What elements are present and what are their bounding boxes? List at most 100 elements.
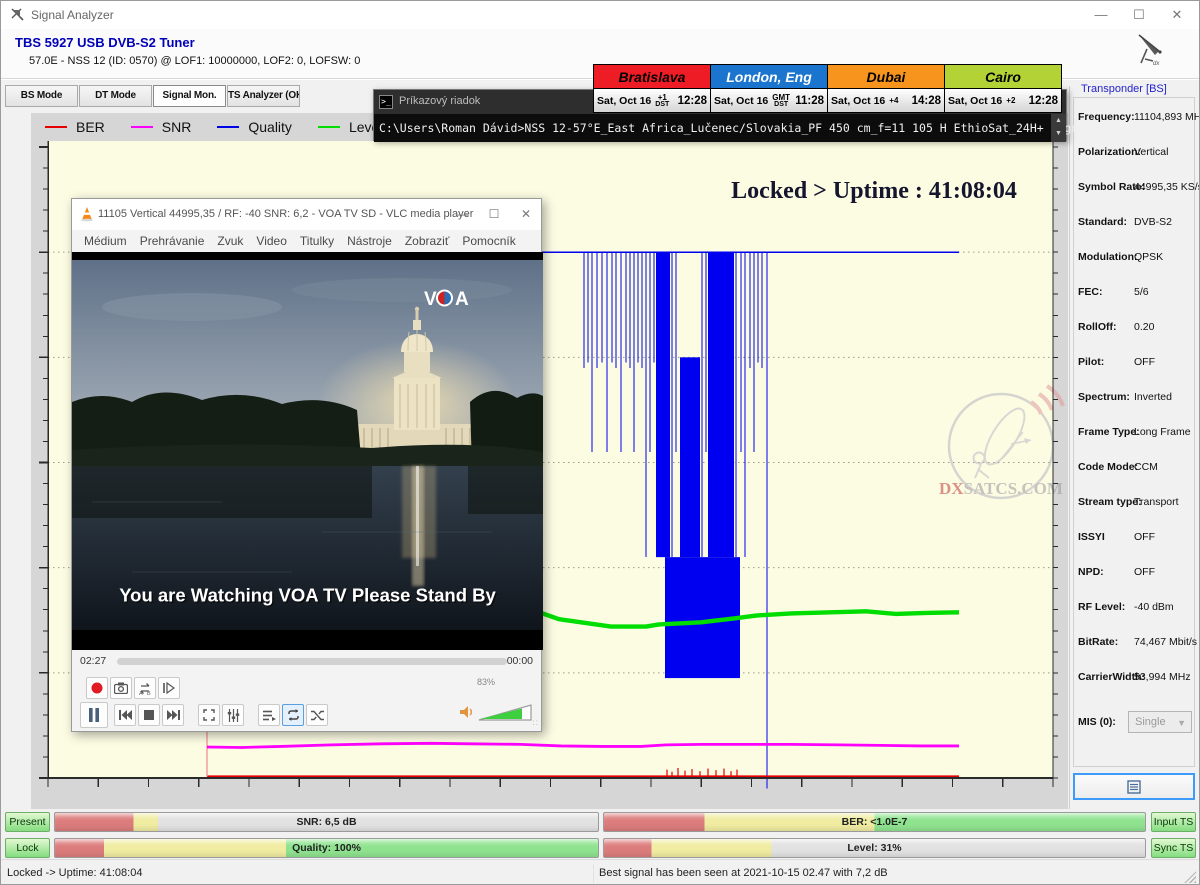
vlc-menu-zvuk[interactable]: Zvuk [217, 234, 243, 248]
vlc-pause-button[interactable] [80, 702, 108, 728]
vlc-equalizer-button[interactable] [222, 704, 244, 726]
mis-dropdown[interactable]: Single ▼ [1128, 711, 1192, 733]
clock-cairo: CairoSat, Oct 16+212:28 [944, 64, 1062, 113]
sidebar-divider [1069, 86, 1070, 809]
vlc-seek-slider[interactable] [117, 658, 507, 665]
clock-date: Sat, Oct 16 [948, 95, 1002, 107]
clock-bratislava: BratislavaSat, Oct 16+1DST12:28 [593, 64, 711, 113]
transponder-row: Polarization:Vertical [1078, 146, 1192, 181]
cmd-console[interactable]: C:\Users\Roman Dávid>NSS 12-57°E_East Af… [374, 114, 1066, 142]
vlc-title-bar[interactable]: 11105 Vertical 44995,35 / RF: -40 SNR: 6… [72, 199, 541, 230]
status-best-signal: Best signal has been seen at 2021-10-15 … [599, 867, 888, 879]
vlc-close-icon[interactable]: ✕ [511, 199, 541, 230]
transponder-row: Symbol Rate:44995,35 KS/s [1078, 181, 1192, 216]
vlc-menu-prehrvanie[interactable]: Prehrávanie [140, 234, 205, 248]
transponder-label: Spectrum: [1078, 391, 1130, 403]
tab-signal-mon-[interactable]: Signal Mon. [153, 85, 226, 107]
window-title: Signal Analyzer [31, 8, 114, 22]
clock-city: London, Eng [711, 65, 827, 89]
legend-dash [45, 126, 67, 128]
vlc-next-button[interactable] [162, 704, 184, 726]
transponder-label: Pilot: [1078, 356, 1104, 368]
cmd-command-line: C:\Users\Roman Dávid>NSS 12-57°E_East Af… [379, 121, 1200, 135]
ber-bar: BER: <1.0E-7 [603, 812, 1146, 832]
vlc-menu-video[interactable]: Video [256, 234, 286, 248]
vlc-elapsed-time: 02:27 [80, 655, 106, 667]
resize-grip[interactable] [1184, 871, 1196, 883]
vlc-volume-speaker-icon[interactable] [460, 705, 474, 719]
vlc-record-button[interactable] [86, 677, 108, 699]
chevron-down-icon: ▼ [1177, 712, 1186, 734]
cmd-scrollbar[interactable]: ▲ ▼ [1051, 114, 1066, 142]
vlc-resize-grip[interactable]: :: [533, 718, 539, 727]
transponder-label: Code Mode: [1078, 461, 1138, 473]
mis-label: MIS (0): [1078, 716, 1116, 728]
vlc-loop-button[interactable] [282, 704, 304, 726]
vlc-shuffle-button[interactable] [306, 704, 328, 726]
scroll-down-icon[interactable]: ▼ [1051, 127, 1066, 140]
svg-text:DXSATCS.COM: DXSATCS.COM [939, 479, 1063, 498]
vlc-fullscreen-button[interactable] [198, 704, 220, 726]
vlc-stop-button[interactable] [138, 704, 160, 726]
svg-text:B: B [147, 691, 151, 695]
transponder-label: Standard: [1078, 216, 1127, 228]
ber-bar-text: BER: <1.0E-7 [604, 813, 1145, 831]
transponder-title: Transponder [BS] [1078, 83, 1170, 95]
vlc-menu-zobrazi[interactable]: Zobraziť [405, 234, 450, 248]
transponder-value: DVB-S2 [1134, 216, 1172, 228]
transponder-label: BitRate: [1078, 636, 1118, 648]
transponder-row: Spectrum:Inverted [1078, 391, 1192, 426]
vlc-volume-slider[interactable] [478, 702, 534, 722]
tuner-settings: 57.0E - NSS 12 (ID: 0570) @ LOF1: 100000… [29, 55, 360, 67]
transponder-value: OFF [1134, 356, 1155, 368]
tab-dt-mode[interactable]: DT Mode [79, 85, 152, 107]
ts-list-button[interactable] [1073, 773, 1195, 800]
vlc-snapshot-button[interactable] [110, 677, 132, 699]
tab-bs-mode[interactable]: BS Mode [5, 85, 78, 107]
vlc-playlist-button[interactable] [258, 704, 280, 726]
vlc-seek-row: 02:27 00:00 [72, 650, 541, 672]
level-bar: Level: 31% [603, 838, 1146, 858]
vlc-volume-percent: 83% [477, 677, 495, 687]
vlc-menu-mdium[interactable]: Médium [84, 234, 127, 248]
clock-time: 11:28 [795, 95, 824, 107]
transponder-label: Frame Type: [1078, 426, 1140, 438]
lock-indicator-button[interactable]: Lock [5, 838, 50, 858]
scroll-up-icon[interactable]: ▲ [1051, 114, 1066, 127]
transponder-row: Modulation:QPSK [1078, 251, 1192, 286]
vlc-frame-step-button[interactable] [158, 677, 180, 699]
locked-uptime-text: Locked > Uptime : 41:08:04 [731, 178, 1017, 204]
vlc-menu-bar: Médium Prehrávanie Zvuk Video Titulky Nástroj… [84, 230, 516, 252]
satellite-dish-icon: dx [1125, 29, 1171, 71]
tab-ts-analyzer-ok-[interactable]: TS Analyzer (OK) [227, 85, 300, 107]
transponder-value: 74,467 Mbit/s [1134, 636, 1197, 648]
present-indicator-button[interactable]: Present [5, 812, 50, 832]
clock-time: 12:28 [1029, 95, 1058, 107]
quality-bar-text: Quality: 100% [55, 839, 598, 857]
vlc-ab-loop-button[interactable]: AB [134, 677, 156, 699]
mis-row: MIS (0): Single ▼ [1078, 711, 1192, 735]
close-icon[interactable]: ✕ [1155, 1, 1199, 29]
input-ts-button[interactable]: Input TS [1151, 812, 1196, 832]
vlc-menu-titulky[interactable]: Titulky [300, 234, 334, 248]
legend-dash [318, 126, 340, 128]
vlc-window: 11105 Vertical 44995,35 / RF: -40 SNR: 6… [71, 198, 542, 732]
status-uptime: Locked -> Uptime: 41:08:04 [7, 867, 142, 879]
clock-city: Cairo [945, 65, 1061, 89]
tuner-name: TBS 5927 USB DVB-S2 Tuner [15, 35, 195, 50]
transponder-row: NPD:OFF [1078, 566, 1192, 601]
vlc-menu-pomocnk[interactable]: Pomocník [462, 234, 515, 248]
svg-text:dx: dx [1153, 61, 1160, 67]
transponder-label: Stream type: [1078, 496, 1142, 508]
vlc-subtitle-text: You are Watching VOA TV Please Stand By [119, 585, 496, 606]
vlc-previous-button[interactable] [114, 704, 136, 726]
transponder-label: Modulation: [1078, 251, 1137, 263]
vlc-minimize-icon[interactable]: — [447, 199, 477, 230]
transponder-row: BitRate:74,467 Mbit/s [1078, 636, 1192, 671]
vlc-cone-icon [79, 206, 95, 222]
clock-time: 14:28 [912, 95, 941, 107]
sync-ts-button[interactable]: Sync TS [1151, 838, 1196, 858]
vlc-maximize-icon[interactable]: ☐ [479, 199, 509, 230]
transponder-label: FEC: [1078, 286, 1103, 298]
vlc-menu-nstroje[interactable]: Nástroje [347, 234, 392, 248]
